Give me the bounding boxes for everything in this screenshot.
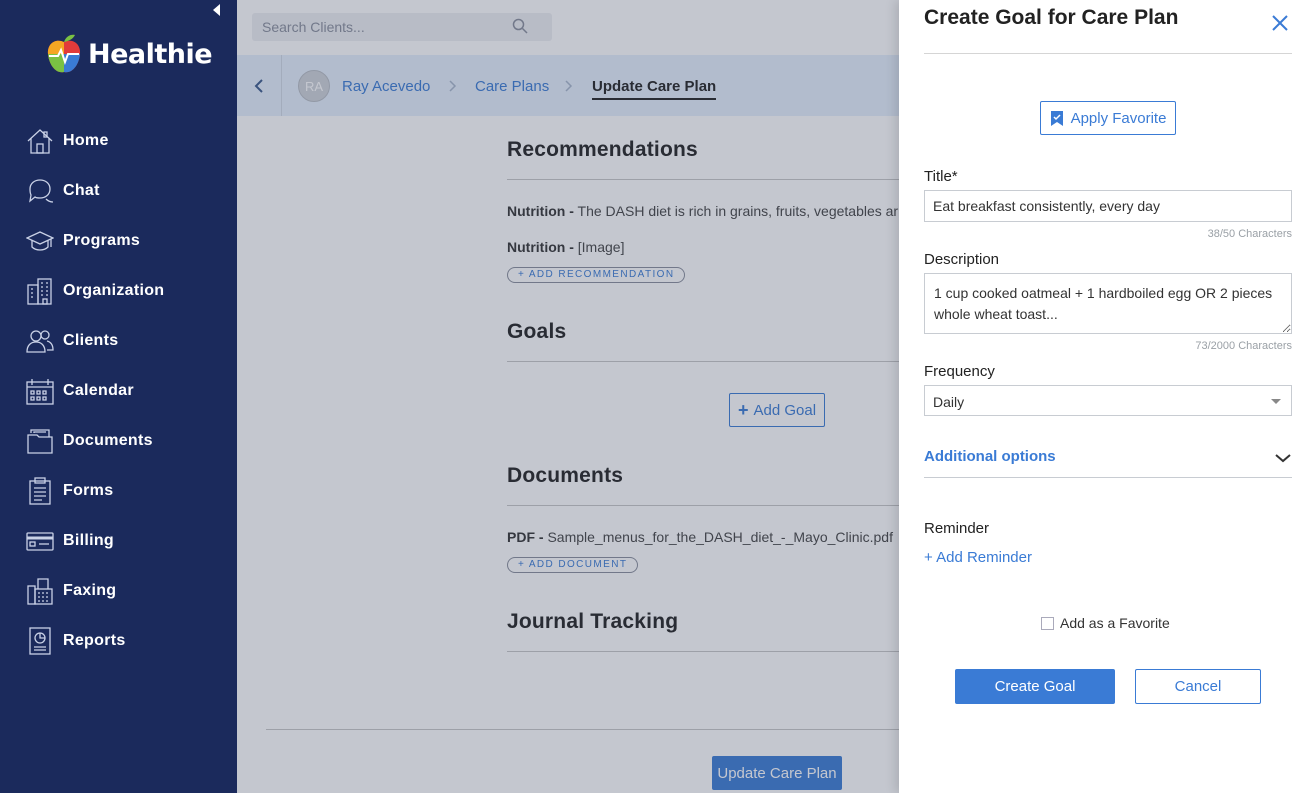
frequency-label: Frequency	[924, 363, 995, 380]
sidebar-item-label: Programs	[63, 232, 141, 249]
sidebar-item-organization[interactable]: Organization	[0, 266, 237, 316]
title-counter: 38/50 Characters	[1207, 228, 1292, 240]
sidebar-item-clients[interactable]: Clients	[0, 316, 237, 366]
apply-favorite-label: Apply Favorite	[1070, 109, 1167, 127]
sidebar-item-label: Documents	[63, 432, 153, 449]
close-icon[interactable]	[1269, 12, 1291, 34]
bookmark-icon	[1050, 110, 1063, 126]
graduation-cap-icon	[26, 231, 54, 251]
description-label: Description	[924, 251, 1000, 268]
sidebar-item-label: Forms	[63, 482, 114, 499]
chevron-down-icon	[1275, 454, 1291, 463]
create-goal-button[interactable]: Create Goal	[955, 669, 1115, 704]
sidebar-item-reports[interactable]: Reports	[0, 616, 237, 666]
frequency-value: Daily	[933, 394, 965, 410]
divider	[924, 53, 1292, 54]
sidebar-item-label: Reports	[63, 632, 126, 649]
credit-card-icon	[26, 532, 54, 551]
reminder-label: Reminder	[924, 520, 990, 537]
report-icon	[29, 627, 51, 655]
healthie-logo-icon	[45, 32, 83, 76]
frequency-select[interactable]: Daily	[924, 385, 1292, 416]
apply-favorite-button[interactable]: Apply Favorite	[1040, 101, 1176, 135]
sidebar-item-label: Chat	[63, 182, 100, 199]
create-goal-panel: Create Goal for Care Plan Apply Favorite…	[899, 0, 1312, 793]
sidebar-item-label: Home	[63, 132, 109, 149]
title-input[interactable]	[924, 190, 1292, 222]
brand-name: Healthie	[88, 38, 213, 70]
cancel-button[interactable]: Cancel	[1135, 669, 1261, 704]
users-icon	[26, 330, 54, 353]
title-label: Title*	[924, 168, 958, 185]
sidebar: Healthie Home Chat Programs Organization…	[0, 0, 237, 793]
chat-icon	[29, 179, 54, 203]
logo[interactable]: Healthie	[45, 32, 213, 76]
sidebar-item-home[interactable]: Home	[0, 116, 237, 166]
sidebar-item-billing[interactable]: Billing	[0, 516, 237, 566]
description-textarea[interactable]: 1 cup cooked oatmeal + 1 hardboiled egg …	[924, 273, 1292, 334]
home-icon	[27, 129, 53, 154]
caret-down-icon	[1271, 399, 1281, 404]
sidebar-item-label: Clients	[63, 332, 119, 349]
collapse-sidebar-icon[interactable]	[213, 4, 220, 16]
sidebar-item-documents[interactable]: Documents	[0, 416, 237, 466]
calendar-icon	[26, 379, 54, 405]
sidebar-item-label: Billing	[63, 532, 114, 549]
fax-icon	[27, 578, 53, 605]
sidebar-item-label: Organization	[63, 282, 165, 299]
sidebar-item-faxing[interactable]: Faxing	[0, 566, 237, 616]
panel-title: Create Goal for Care Plan	[924, 6, 1179, 29]
sidebar-item-label: Faxing	[63, 582, 117, 599]
folder-icon	[27, 429, 53, 454]
clipboard-icon	[29, 477, 51, 505]
additional-options-label: Additional options	[924, 448, 1056, 465]
additional-options-toggle[interactable]: Additional options	[924, 448, 1292, 478]
description-counter: 73/2000 Characters	[1195, 340, 1292, 352]
main-nav: Home Chat Programs Organization Clients …	[0, 116, 237, 666]
sidebar-item-forms[interactable]: Forms	[0, 466, 237, 516]
sidebar-item-calendar[interactable]: Calendar	[0, 366, 237, 416]
sidebar-item-chat[interactable]: Chat	[0, 166, 237, 216]
add-favorite-checkbox[interactable]: Add as a Favorite	[1041, 615, 1170, 631]
add-reminder-link[interactable]: + Add Reminder	[924, 549, 1032, 566]
add-favorite-label: Add as a Favorite	[1060, 615, 1170, 631]
building-icon	[27, 278, 52, 305]
sidebar-item-label: Calendar	[63, 382, 134, 399]
checkbox[interactable]	[1041, 616, 1054, 630]
sidebar-item-programs[interactable]: Programs	[0, 216, 237, 266]
